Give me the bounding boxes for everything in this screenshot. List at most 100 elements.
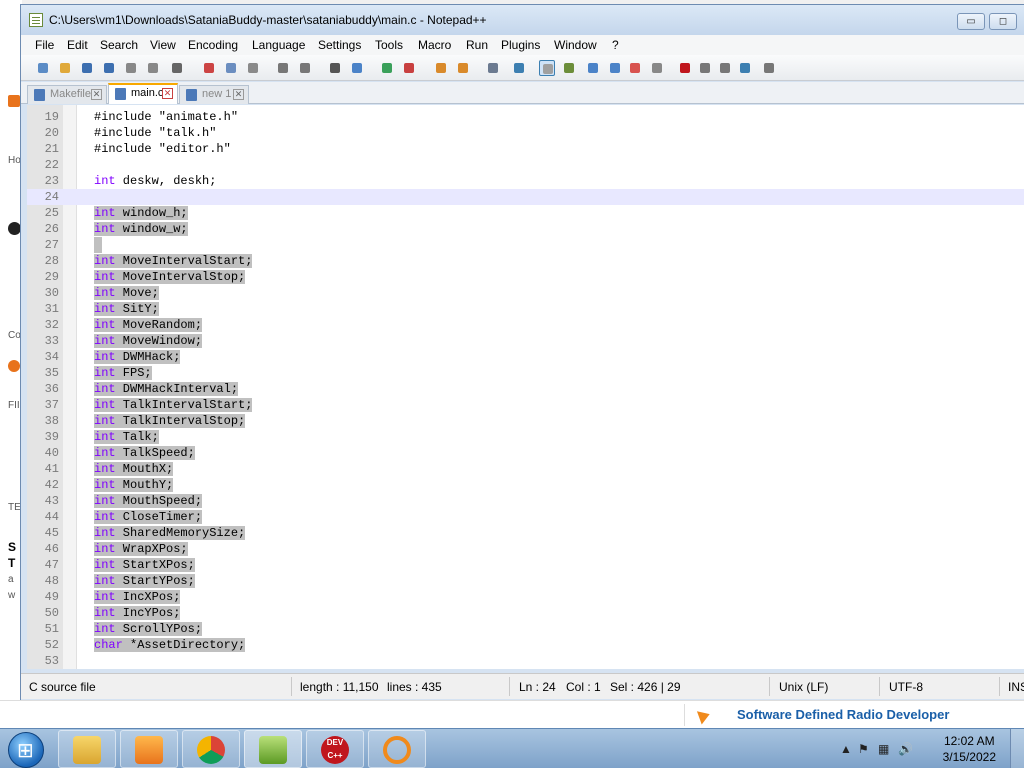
open-file-icon[interactable] <box>57 60 73 76</box>
code-line[interactable]: 48 int StartYPos; <box>27 573 1024 589</box>
code-line[interactable]: 23 int deskw, deskh; <box>27 173 1024 189</box>
code-line[interactable]: 29 int MoveIntervalStop; <box>27 269 1024 285</box>
code-line[interactable]: 52 char *AssetDirectory; <box>27 637 1024 653</box>
menu-window[interactable]: Window <box>554 38 597 52</box>
code-line[interactable]: 21 #include "editor.h" <box>27 141 1024 157</box>
code-line[interactable]: 43 int MouthSpeed; <box>27 493 1024 509</box>
doc-map-icon[interactable] <box>585 60 601 76</box>
paste-icon[interactable] <box>245 60 261 76</box>
menu-tools[interactable]: Tools <box>375 38 403 52</box>
maximize-button[interactable]: ◻ <box>989 13 1017 30</box>
menu-encoding[interactable]: Encoding <box>188 38 238 52</box>
code-line[interactable]: 19 #include "animate.h" <box>27 109 1024 125</box>
print-icon[interactable] <box>169 60 185 76</box>
replace-icon[interactable] <box>349 60 365 76</box>
code-line[interactable]: 37 int TalkIntervalStart; <box>27 397 1024 413</box>
show-hidden-icons-icon[interactable]: ▲ <box>840 742 852 756</box>
code-line[interactable]: 41 int MouthX; <box>27 461 1024 477</box>
sync-v-icon[interactable] <box>433 60 449 76</box>
volume-icon[interactable]: 🔊 <box>898 742 913 756</box>
function-list-icon[interactable] <box>607 60 623 76</box>
tab-close-icon[interactable]: ✕ <box>162 88 173 99</box>
sync-h-icon[interactable] <box>455 60 471 76</box>
code-line[interactable]: 38 int TalkIntervalStop; <box>27 413 1024 429</box>
code-editor[interactable]: 19 #include "animate.h" 20 #include "talk.h… <box>27 105 1024 669</box>
code-line[interactable]: 20 #include "talk.h" <box>27 125 1024 141</box>
taskbar-explorer[interactable] <box>58 730 116 768</box>
indent-guide-icon[interactable] <box>539 60 555 76</box>
show-all-chars-icon[interactable] <box>511 60 527 76</box>
status-eol[interactable]: Unix (LF) <box>779 680 828 694</box>
action-center-icon[interactable]: ⚑ <box>858 742 869 756</box>
copy-icon[interactable] <box>223 60 239 76</box>
code-line[interactable]: 22 <box>27 157 1024 173</box>
save-all-icon[interactable] <box>101 60 117 76</box>
run-macro-multi-icon[interactable] <box>737 60 753 76</box>
stop-macro-icon[interactable] <box>697 60 713 76</box>
menu-edit[interactable]: Edit <box>67 38 88 52</box>
code-line[interactable]: 35 int FPS; <box>27 365 1024 381</box>
code-line[interactable]: 44 int CloseTimer; <box>27 509 1024 525</box>
folder-workspace-icon[interactable] <box>627 60 643 76</box>
cut-icon[interactable] <box>201 60 217 76</box>
ad-banner[interactable]: Software Defined Radio Developer <box>684 704 982 726</box>
record-macro-icon[interactable] <box>677 60 693 76</box>
code-line[interactable]: 36 int DWMHackInterval; <box>27 381 1024 397</box>
code-line[interactable]: 34 int DWMHack; <box>27 349 1024 365</box>
taskbar-search-tool[interactable] <box>368 730 426 768</box>
code-line[interactable]: 27 <box>27 237 1024 253</box>
code-line[interactable]: 30 int Move; <box>27 285 1024 301</box>
tab-close-icon[interactable]: ✕ <box>233 89 244 100</box>
code-line[interactable]: 28 int MoveIntervalStart; <box>27 253 1024 269</box>
code-line[interactable]: 45 int SharedMemorySize; <box>27 525 1024 541</box>
code-line[interactable]: 53 <box>27 653 1024 669</box>
play-macro-icon[interactable] <box>717 60 733 76</box>
clock[interactable]: 12:02 AM 3/15/2022 <box>943 733 996 765</box>
menu-view[interactable]: View <box>150 38 176 52</box>
code-line[interactable]: 33 int MoveWindow; <box>27 333 1024 349</box>
menu-macro[interactable]: Macro <box>418 38 451 52</box>
zoom-out-icon[interactable] <box>401 60 417 76</box>
ad-text[interactable]: Software Defined Radio Developer <box>737 707 949 722</box>
close-icon[interactable] <box>123 60 139 76</box>
code-line[interactable]: 51 int ScrollYPos; <box>27 621 1024 637</box>
menu-file[interactable]: File <box>35 38 54 52</box>
menu-run[interactable]: Run <box>466 38 488 52</box>
start-button[interactable] <box>8 732 44 768</box>
tab-new-1[interactable]: new 1 ✕ <box>179 85 249 104</box>
undo-icon[interactable] <box>275 60 291 76</box>
code-line[interactable]: 25 int window_h; <box>27 205 1024 221</box>
udl-icon[interactable] <box>561 60 577 76</box>
code-line[interactable]: 32 int MoveRandom; <box>27 317 1024 333</box>
find-icon[interactable] <box>327 60 343 76</box>
code-line[interactable]: 24 <box>27 189 1024 205</box>
code-line[interactable]: 46 int WrapXPos; <box>27 541 1024 557</box>
menu-language[interactable]: Language <box>252 38 305 52</box>
save-icon[interactable] <box>79 60 95 76</box>
menu-plugins[interactable]: Plugins <box>501 38 540 52</box>
code-line[interactable]: 42 int MouthY; <box>27 477 1024 493</box>
tab-makefile[interactable]: Makefile ✕ <box>27 85 107 104</box>
save-macro-icon[interactable] <box>761 60 777 76</box>
zoom-in-icon[interactable] <box>379 60 395 76</box>
menu-settings[interactable]: Settings <box>318 38 361 52</box>
menu-help[interactable]: ? <box>612 38 619 52</box>
code-line[interactable]: 50 int IncYPos; <box>27 605 1024 621</box>
new-file-icon[interactable] <box>35 60 51 76</box>
monitor-icon[interactable] <box>649 60 665 76</box>
code-line[interactable]: 47 int StartXPos; <box>27 557 1024 573</box>
word-wrap-icon[interactable] <box>485 60 501 76</box>
network-icon[interactable]: ▦ <box>878 742 889 756</box>
status-encoding[interactable]: UTF-8 <box>889 680 923 694</box>
title-bar[interactable]: C:\Users\vm1\Downloads\SataniaBuddy-mast… <box>21 5 1024 35</box>
tab-main-c[interactable]: main.c ✕ <box>108 83 178 104</box>
tab-close-icon[interactable]: ✕ <box>91 89 102 100</box>
taskbar-notepad-plus-plus[interactable] <box>244 730 302 768</box>
menu-search[interactable]: Search <box>100 38 138 52</box>
code-line[interactable]: 31 int SitY; <box>27 301 1024 317</box>
taskbar-chrome[interactable] <box>182 730 240 768</box>
minimize-button[interactable]: ▭ <box>957 13 985 30</box>
show-desktop-button[interactable] <box>1010 729 1024 768</box>
code-line[interactable]: 40 int TalkSpeed; <box>27 445 1024 461</box>
code-line[interactable]: 39 int Talk; <box>27 429 1024 445</box>
